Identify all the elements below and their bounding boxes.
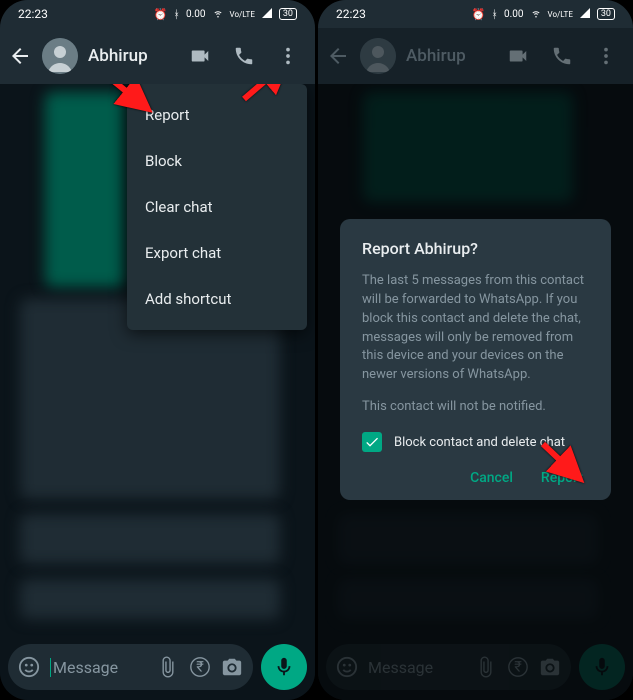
status-time: 22:23 (336, 7, 366, 21)
header-actions (189, 45, 307, 67)
annotation-arrow (538, 439, 593, 493)
video-call-icon[interactable] (189, 45, 211, 67)
message-input-box[interactable]: Message ₹ (8, 644, 253, 690)
avatar[interactable] (360, 38, 396, 74)
avatar[interactable] (42, 38, 78, 74)
more-options-icon[interactable] (595, 45, 617, 67)
net-speed: 0.00 (186, 9, 206, 20)
wifi-icon (530, 7, 542, 22)
dialog-body: The last 5 messages from this contact wi… (362, 272, 589, 385)
header-actions (507, 45, 625, 67)
bluetooth-icon: ᚼ (491, 8, 498, 21)
phone-right: 22:23 ⏰ ᚼ 0.00 Vo/LTE 30 Abhirup (318, 0, 633, 700)
signal-icon (261, 7, 273, 22)
status-bar: 22:23 ⏰ ᚼ 0.00 Vo/LTE 30 (0, 0, 315, 28)
composer: Message ₹ (8, 644, 307, 690)
svg-text:₹: ₹ (196, 658, 204, 676)
attachment-icon[interactable] (157, 656, 179, 678)
dialog-title: Report Abhirup? (362, 239, 589, 258)
status-indicators: ⏰ ᚼ 0.00 Vo/LTE 30 (472, 7, 615, 22)
emoji-icon[interactable] (18, 656, 40, 678)
phone-left: 22:23 ⏰ ᚼ 0.00 Vo/LTE 30 Abhirup (0, 0, 315, 700)
menu-item-clear-chat[interactable]: Clear chat (127, 184, 307, 230)
chat-body: Report Block Clear chat Export chat Add … (0, 84, 315, 700)
wifi-icon (212, 7, 224, 22)
chat-body: Report Abhirup? The last 5 messages from… (318, 84, 633, 700)
alarm-icon: ⏰ (154, 8, 168, 21)
net-type: Vo/LTE (230, 10, 255, 19)
menu-item-export-chat[interactable]: Export chat (127, 230, 307, 276)
menu-item-block[interactable]: Block (127, 138, 307, 184)
battery-icon: 30 (597, 8, 615, 20)
chat-header: Abhirup (318, 28, 633, 84)
contact-name[interactable]: Abhirup (88, 46, 179, 66)
bluetooth-icon: ᚼ (173, 8, 180, 21)
signal-icon (579, 7, 591, 22)
contact-name[interactable]: Abhirup (406, 46, 497, 66)
back-button[interactable] (8, 44, 32, 68)
camera-icon[interactable] (221, 656, 243, 678)
alarm-icon: ⏰ (472, 8, 486, 21)
message-input[interactable]: Message (50, 658, 147, 677)
menu-item-add-shortcut[interactable]: Add shortcut (127, 276, 307, 322)
block-delete-checkbox[interactable] (362, 432, 382, 452)
status-time: 22:23 (18, 7, 48, 21)
message-bubble (20, 579, 280, 619)
voice-call-icon[interactable] (233, 45, 255, 67)
payment-icon[interactable]: ₹ (189, 656, 211, 678)
voice-call-icon[interactable] (551, 45, 573, 67)
message-bubble (20, 514, 280, 564)
battery-icon: 30 (279, 8, 297, 20)
more-options-icon[interactable] (277, 45, 299, 67)
dialog-notify: This contact will not be notified. (362, 399, 589, 414)
cancel-button[interactable]: Cancel (470, 470, 513, 486)
annotation-arrow (100, 84, 160, 123)
video-call-icon[interactable] (507, 45, 529, 67)
chat-header: Abhirup (0, 28, 315, 84)
status-bar: 22:23 ⏰ ᚼ 0.00 Vo/LTE 30 (318, 0, 633, 28)
mic-button[interactable] (261, 644, 307, 690)
net-type: Vo/LTE (548, 10, 573, 19)
net-speed: 0.00 (504, 9, 524, 20)
annotation-arrow (239, 84, 299, 108)
back-button[interactable] (326, 44, 350, 68)
status-indicators: ⏰ ᚼ 0.00 Vo/LTE 30 (154, 7, 297, 22)
